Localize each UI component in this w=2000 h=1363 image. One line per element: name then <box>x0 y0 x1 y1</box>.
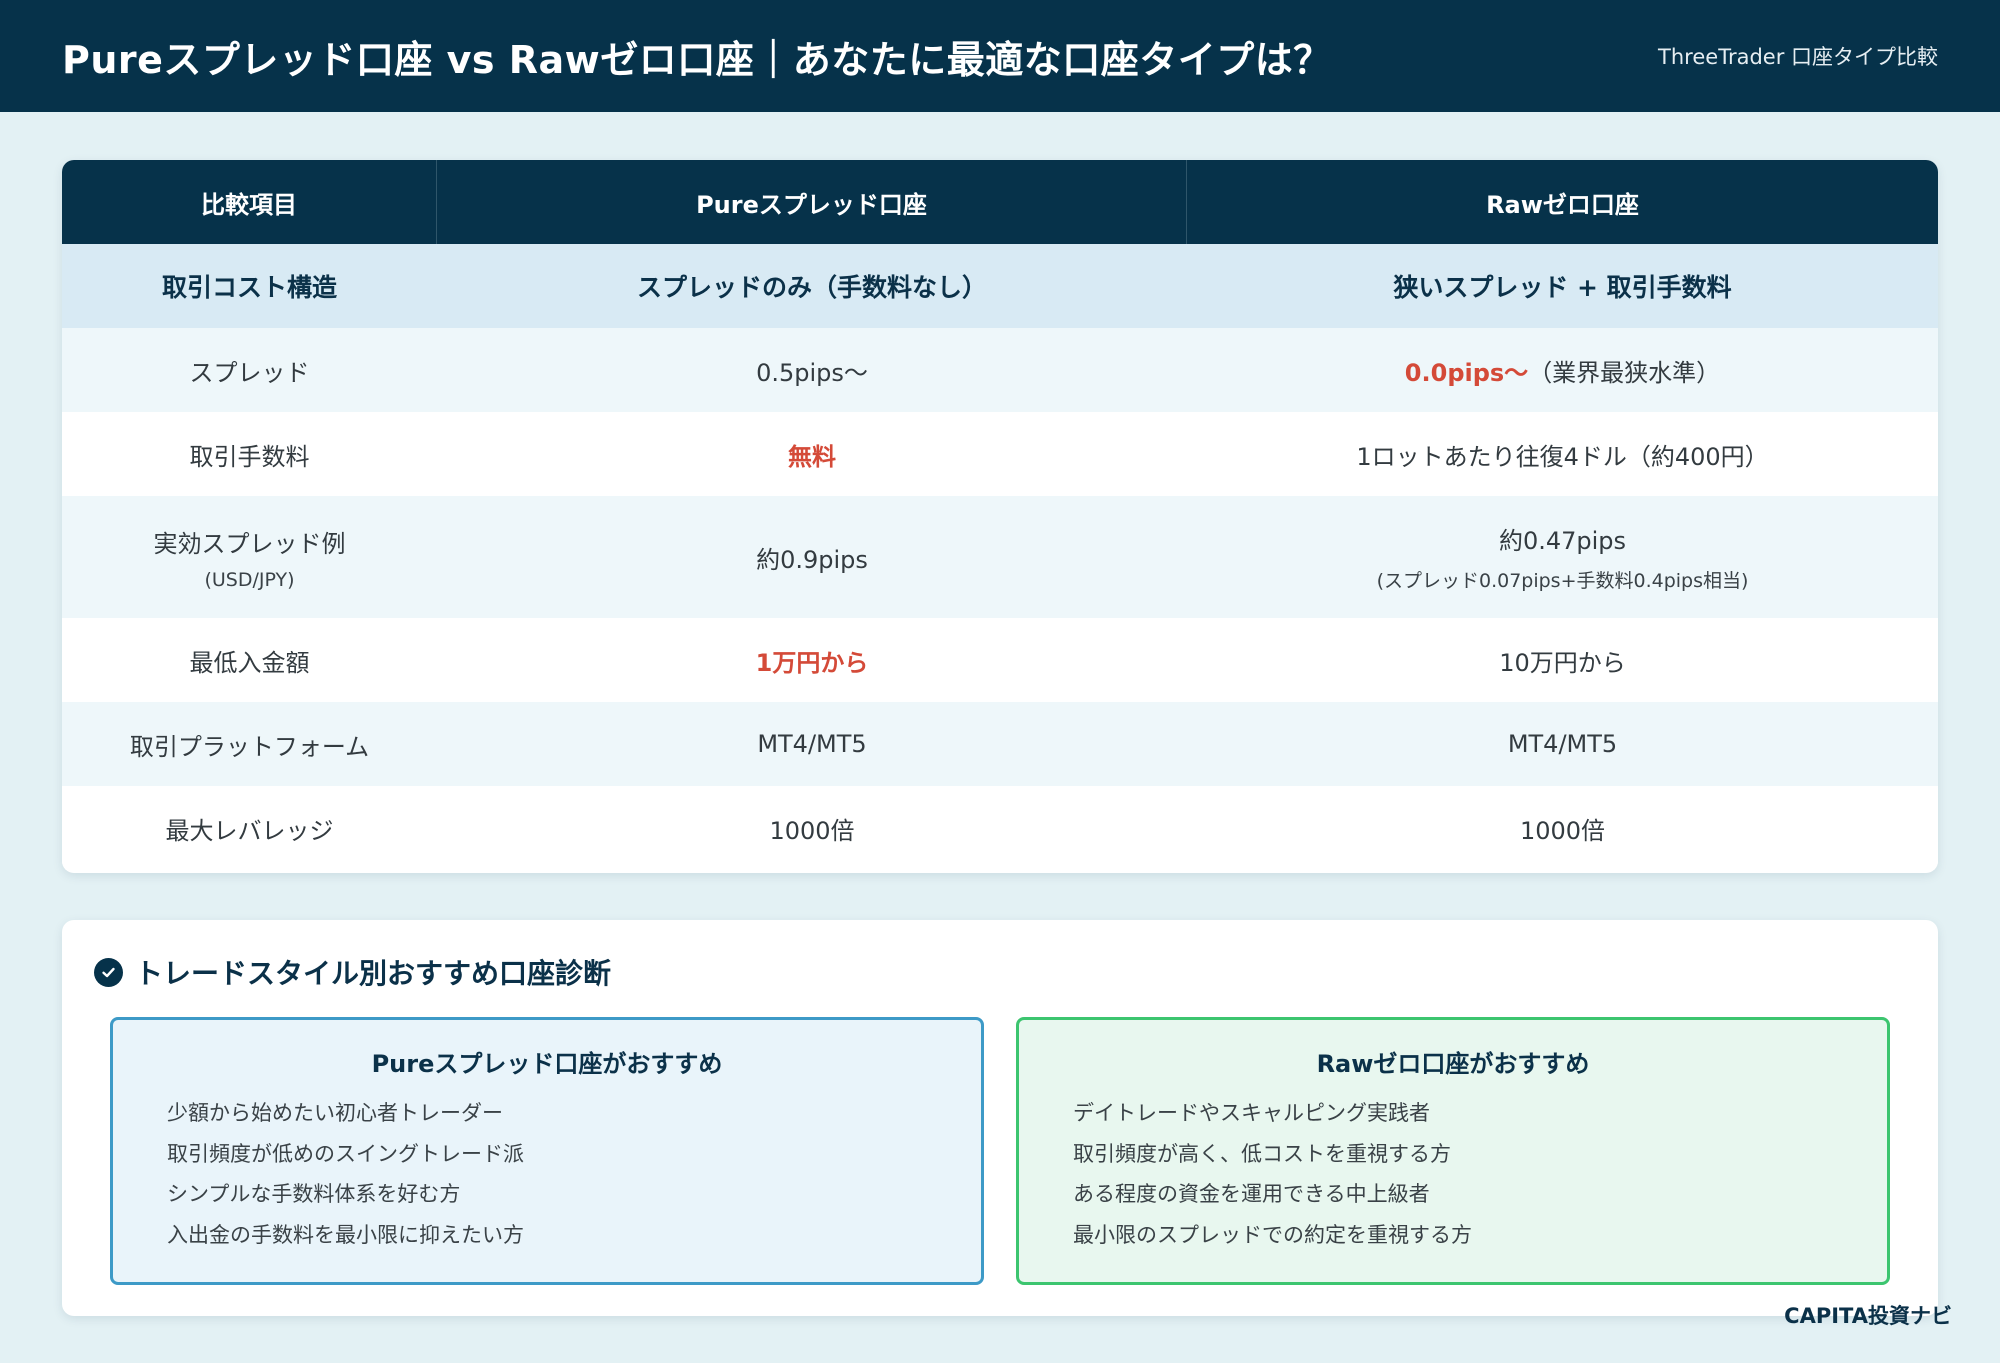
row-label: スプレッド <box>189 358 310 387</box>
pure-value: スプレッドのみ（手数料なし） <box>636 273 987 302</box>
pure-value: 約0.9pips <box>756 545 868 574</box>
row-label: 取引手数料 <box>189 442 310 471</box>
raw-value: MT4/MT5 <box>1507 730 1618 758</box>
recommendation-card: トレードスタイル別おすすめ口座診断 Pureスプレッド口座がおすすめ 少額から始… <box>62 920 1938 1316</box>
row-label: 取引コスト構造 <box>161 273 337 302</box>
raw-value: 10万円から <box>1499 648 1626 677</box>
list-item: 取引頻度が高く、低コストを重視する方 <box>1073 1141 1451 1166</box>
list-item: デイトレードやスキャルピング実践者 <box>1073 1101 1430 1125</box>
raw-value-group: 約0.47pips (スプレッド0.07pips+手数料0.4pips相当) <box>1187 496 1938 618</box>
row-label-sub: (USD/JPY) <box>204 568 295 591</box>
pure-recommend-heading: Pureスプレッド口座がおすすめ <box>371 1050 723 1078</box>
raw-recommend-box: Rawゼロ口座がおすすめ デイトレードやスキャルピング実践者 取引頻度が高く、低… <box>1016 1017 1890 1285</box>
row-label: 取引プラットフォーム <box>129 732 370 761</box>
header-cell-raw: Rawゼロ口座 <box>1486 190 1639 219</box>
list-item: ある程度の資金を運用できる中上級者 <box>1073 1182 1430 1206</box>
pure-recommend-box: Pureスプレッド口座がおすすめ 少額から始めたい初心者トレーダー 取引頻度が低… <box>110 1017 984 1285</box>
table-row-effective-spread: 実効スプレッド例 (USD/JPY) 約0.9pips 約0.47pips (ス… <box>62 496 1938 618</box>
raw-value: 1ロットあたり往復4ドル（約400円） <box>1356 442 1769 471</box>
page-title: Pureスプレッド口座 vs Rawゼロ口座｜あなたに最適な口座タイプは？ <box>62 37 1332 82</box>
raw-value: 約0.47pips <box>1498 527 1627 555</box>
table-row-commission: 取引手数料 無料 1ロットあたり往復4ドル（約400円） <box>62 412 1938 496</box>
pure-value: MT4/MT5 <box>757 730 867 758</box>
page-header: Pureスプレッド口座 vs Rawゼロ口座｜あなたに最適な口座タイプは？ Th… <box>0 0 2000 112</box>
list-item: シンプルな手数料体系を好む方 <box>167 1182 461 1206</box>
row-label: 実効スプレッド例 <box>153 529 346 558</box>
raw-value-sub: (スプレッド0.07pips+手数料0.4pips相当) <box>1376 570 1749 592</box>
page-subtitle: ThreeTrader 口座タイプ比較 <box>1658 45 1938 69</box>
comparison-table: 比較項目 Pureスプレッド口座 Rawゼロ口座 取引コスト構造 スプレッドのみ… <box>62 160 1938 873</box>
header-cell-item: 比較項目 <box>62 160 437 244</box>
footer-brand: CAPITA投資ナビ <box>1784 1304 1952 1328</box>
header-cell-pure: Pureスプレッド口座 <box>437 160 1187 244</box>
table-row-platform: 取引プラットフォーム MT4/MT5 MT4/MT5 <box>62 702 1938 786</box>
pure-value: 0.5pips〜 <box>756 358 868 387</box>
table-row-spread: スプレッド 0.5pips〜 0.0pips〜（業界最狭水準） <box>62 328 1938 412</box>
table-row-min-deposit: 最低入金額 1万円から 10万円から <box>62 618 1938 702</box>
raw-spread-note: （業界最狭水準） <box>1528 358 1721 387</box>
list-item: 最小限のスプレッドでの約定を重視する方 <box>1073 1222 1472 1247</box>
raw-value: 狭いスプレッド + 取引手数料 <box>1393 273 1732 302</box>
raw-recommend-list: デイトレードやスキャルピング実践者 取引頻度が高く、低コストを重視する方 ある程… <box>1073 1093 1833 1255</box>
table-row-leverage: 最大レバレッジ 1000倍 1000倍 <box>62 786 1938 870</box>
list-item: 取引頻度が低めのスイングトレード派 <box>167 1141 524 1166</box>
raw-spread-highlight: 0.0pips〜 <box>1404 358 1529 387</box>
pure-value: 1000倍 <box>769 816 855 845</box>
raw-value: 1000倍 <box>1519 816 1606 845</box>
list-item: 少額から始めたい初心者トレーダー <box>167 1101 503 1125</box>
raw-recommend-heading: Rawゼロ口座がおすすめ <box>1316 1050 1590 1078</box>
row-label: 最低入金額 <box>189 648 310 677</box>
row-label: 最大レバレッジ <box>165 816 334 845</box>
table-row-cost-structure: 取引コスト構造 スプレッドのみ（手数料なし） 狭いスプレッド + 取引手数料 <box>62 244 1938 328</box>
table-header-row: 比較項目 Pureスプレッド口座 Rawゼロ口座 <box>62 160 1938 244</box>
pure-value: 無料 <box>788 442 836 471</box>
raw-value: 0.0pips〜（業界最狭水準） <box>1187 328 1938 412</box>
recommendation-title-text: トレードスタイル別おすすめ口座診断 <box>135 957 612 990</box>
recommendation-title: トレードスタイル別おすすめ口座診断 <box>94 952 611 992</box>
row-label-group: 実効スプレッド例 (USD/JPY) <box>62 496 437 618</box>
pure-recommend-list: 少額から始めたい初心者トレーダー 取引頻度が低めのスイングトレード派 シンプルな… <box>167 1093 927 1255</box>
list-item: 入出金の手数料を最小限に抑えたい方 <box>167 1222 524 1247</box>
check-circle-icon <box>94 957 123 987</box>
pure-value: 1万円から <box>755 648 869 677</box>
